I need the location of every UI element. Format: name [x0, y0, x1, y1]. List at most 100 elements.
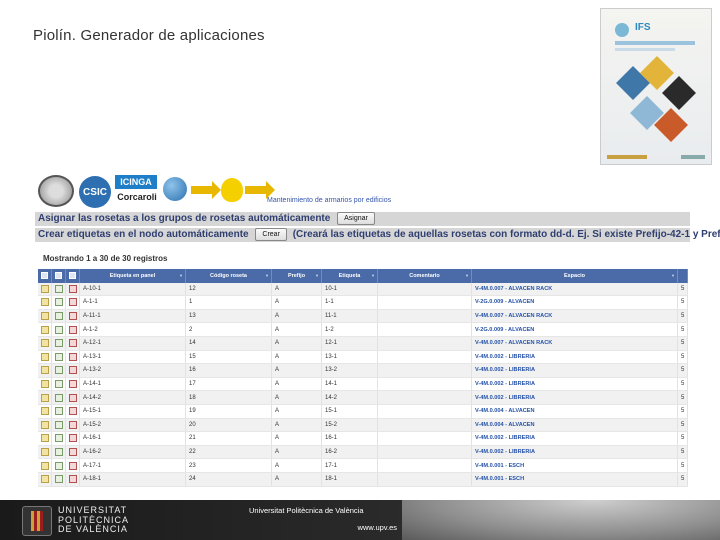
row-action-cell[interactable]: [38, 418, 52, 432]
header-prefijo[interactable]: Prefijo: [272, 269, 322, 283]
row-action-cell[interactable]: [66, 296, 80, 309]
row-action-cell[interactable]: [66, 377, 80, 391]
header-delete-column[interactable]: [66, 269, 80, 283]
delete-icon[interactable]: [68, 284, 77, 293]
header-espacio[interactable]: Espacio: [472, 269, 678, 283]
row-action-cell[interactable]: [38, 404, 52, 418]
delete-icon[interactable]: [68, 339, 77, 348]
maintenance-link[interactable]: Mantenimiento de armarios por edificios: [267, 197, 391, 204]
cell-espacio[interactable]: V-4M.0.001 - ESCH: [472, 472, 678, 486]
document-icon[interactable]: [54, 366, 63, 375]
edit-icon[interactable]: [40, 407, 49, 416]
row-action-cell[interactable]: [38, 377, 52, 391]
document-icon[interactable]: [54, 475, 63, 484]
edit-icon[interactable]: [40, 420, 49, 429]
row-action-cell[interactable]: [52, 350, 66, 364]
footer-url[interactable]: www.upv.es: [249, 523, 397, 532]
row-action-cell[interactable]: [66, 445, 80, 459]
row-action-cell[interactable]: [38, 282, 52, 296]
row-action-cell[interactable]: [66, 459, 80, 472]
header-codigo-roseta[interactable]: Código roseta: [186, 269, 272, 283]
assign-button[interactable]: Asignar: [337, 212, 375, 225]
document-icon[interactable]: [54, 420, 63, 429]
delete-icon[interactable]: [68, 407, 77, 416]
row-action-cell[interactable]: [66, 350, 80, 364]
edit-icon[interactable]: [40, 339, 49, 348]
row-action-cell[interactable]: [52, 296, 66, 309]
header-etiqueta[interactable]: Etiqueta: [322, 269, 378, 283]
row-action-cell[interactable]: [38, 309, 52, 323]
cell-espacio[interactable]: V-4M.0.002 - LIBRERIA: [472, 445, 678, 459]
row-action-cell[interactable]: [38, 323, 52, 336]
row-action-cell[interactable]: [66, 323, 80, 336]
row-action-cell[interactable]: [38, 350, 52, 364]
row-action-cell[interactable]: [66, 336, 80, 350]
cell-espacio[interactable]: V-4M.0.002 - LIBRERIA: [472, 377, 678, 391]
cell-espacio[interactable]: V-4M.0.002 - LIBRERIA: [472, 391, 678, 404]
cell-espacio[interactable]: V-4M.0.002 - LIBRERIA: [472, 432, 678, 445]
cell-espacio[interactable]: V-4M.0.007 - ALVACEN RACK: [472, 309, 678, 323]
delete-icon[interactable]: [68, 448, 77, 457]
edit-icon[interactable]: [40, 434, 49, 443]
edit-icon[interactable]: [40, 448, 49, 457]
document-icon[interactable]: [54, 393, 63, 402]
edit-icon[interactable]: [40, 298, 49, 307]
header-edit-column[interactable]: [38, 269, 52, 283]
edit-icon[interactable]: [40, 352, 49, 361]
row-action-cell[interactable]: [52, 432, 66, 445]
delete-icon[interactable]: [68, 420, 77, 429]
document-icon[interactable]: [54, 284, 63, 293]
edit-icon[interactable]: [40, 475, 49, 484]
document-icon[interactable]: [54, 407, 63, 416]
document-icon[interactable]: [54, 434, 63, 443]
edit-icon[interactable]: [40, 284, 49, 293]
row-action-cell[interactable]: [52, 472, 66, 486]
row-action-cell[interactable]: [38, 459, 52, 472]
edit-icon[interactable]: [40, 366, 49, 375]
document-icon[interactable]: [54, 352, 63, 361]
cell-espacio[interactable]: V-4M.0.004 - ALVACEN: [472, 418, 678, 432]
header-extra[interactable]: [678, 269, 688, 283]
delete-icon[interactable]: [68, 352, 77, 361]
row-action-cell[interactable]: [52, 364, 66, 377]
cell-espacio[interactable]: V-4M.0.007 - ALVACEN RACK: [472, 336, 678, 350]
row-action-cell[interactable]: [38, 472, 52, 486]
row-action-cell[interactable]: [66, 404, 80, 418]
cell-espacio[interactable]: V-2G.0.009 - ALVACEN: [472, 296, 678, 309]
delete-icon[interactable]: [68, 312, 77, 321]
row-action-cell[interactable]: [66, 418, 80, 432]
document-icon[interactable]: [54, 312, 63, 321]
edit-icon[interactable]: [40, 380, 49, 389]
row-action-cell[interactable]: [66, 364, 80, 377]
document-icon[interactable]: [54, 325, 63, 334]
cell-espacio[interactable]: V-4M.0.002 - LIBRERIA: [472, 350, 678, 364]
document-icon[interactable]: [54, 339, 63, 348]
document-icon[interactable]: [54, 298, 63, 307]
document-icon[interactable]: [54, 461, 63, 470]
edit-icon[interactable]: [40, 325, 49, 334]
row-action-cell[interactable]: [38, 364, 52, 377]
row-action-cell[interactable]: [52, 309, 66, 323]
row-action-cell[interactable]: [38, 432, 52, 445]
cell-espacio[interactable]: V-4M.0.002 - LIBRERIA: [472, 364, 678, 377]
row-action-cell[interactable]: [66, 432, 80, 445]
row-action-cell[interactable]: [52, 418, 66, 432]
delete-icon[interactable]: [68, 393, 77, 402]
create-button[interactable]: Crear: [255, 228, 287, 241]
row-action-cell[interactable]: [66, 309, 80, 323]
header-comentario[interactable]: Comentario: [378, 269, 472, 283]
edit-icon[interactable]: [40, 461, 49, 470]
cell-espacio[interactable]: V-4M.0.007 - ALVACEN RACK: [472, 282, 678, 296]
row-action-cell[interactable]: [38, 336, 52, 350]
delete-icon[interactable]: [68, 434, 77, 443]
row-action-cell[interactable]: [52, 445, 66, 459]
row-action-cell[interactable]: [52, 404, 66, 418]
row-action-cell[interactable]: [52, 323, 66, 336]
delete-icon[interactable]: [68, 366, 77, 375]
row-action-cell[interactable]: [38, 296, 52, 309]
delete-icon[interactable]: [68, 380, 77, 389]
edit-icon[interactable]: [40, 393, 49, 402]
cell-espacio[interactable]: V-2G.0.009 - ALVACEN: [472, 323, 678, 336]
header-view-column[interactable]: [52, 269, 66, 283]
row-action-cell[interactable]: [52, 391, 66, 404]
